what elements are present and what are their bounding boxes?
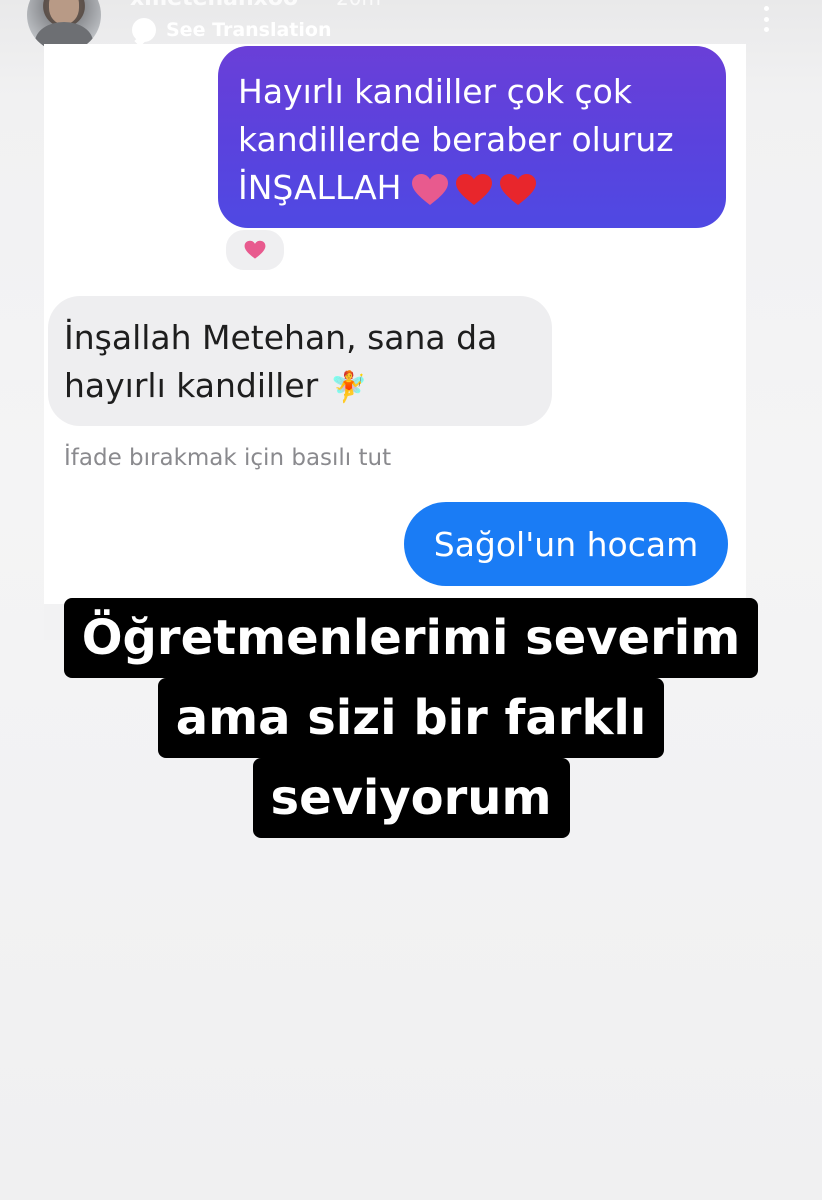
heart-reaction-badge[interactable] — [224, 228, 286, 272]
message-line: hayırlı kandiller — [64, 366, 319, 405]
story-timestamp: 20m — [336, 0, 381, 10]
more-vertical-icon[interactable] — [756, 6, 776, 32]
story-caption: Öğretmenlerimi severim ama sizi bir fark… — [0, 598, 822, 838]
avatar-face — [49, 0, 79, 24]
see-translation-label: See Translation — [166, 19, 332, 41]
translate-bubble-icon — [132, 18, 156, 42]
message-line: kandillerde beraber oluruz — [238, 120, 674, 159]
caption-line: ama sizi bir farklı — [157, 678, 665, 758]
outgoing-message-bubble: Hayırlı kandiller çok çok kandillerde be… — [218, 46, 726, 228]
caption-line: Öğretmenlerimi severim — [63, 598, 759, 678]
fairy-emoji-icon: 🧚 — [330, 369, 368, 405]
heart-icon — [244, 240, 266, 259]
red-heart-icon — [499, 173, 537, 207]
incoming-message-bubble: İnşallah Metehan, sana da hayırlı kandil… — [48, 296, 552, 426]
outgoing-message-bubble: Sağol'un hocam — [404, 502, 728, 586]
message-line: Hayırlı kandiller çok çok — [238, 72, 632, 111]
message-line: İnşallah Metehan, sana da — [64, 318, 498, 357]
pink-heart-icon — [411, 173, 449, 207]
story-username[interactable]: xmetehanxoo — [130, 0, 298, 11]
message-line-with-emoji: hayırlı kandiller 🧚 — [64, 362, 552, 412]
red-heart-icon — [455, 173, 493, 207]
see-translation-button[interactable]: See Translation — [132, 18, 331, 42]
message-line: İNŞALLAH — [238, 168, 402, 207]
heart-emojis — [411, 173, 537, 207]
caption-line: seviyorum — [252, 758, 570, 838]
reaction-hint: İfade bırakmak için basılı tut — [64, 445, 392, 471]
message-line-with-hearts: İNŞALLAH — [238, 164, 726, 212]
